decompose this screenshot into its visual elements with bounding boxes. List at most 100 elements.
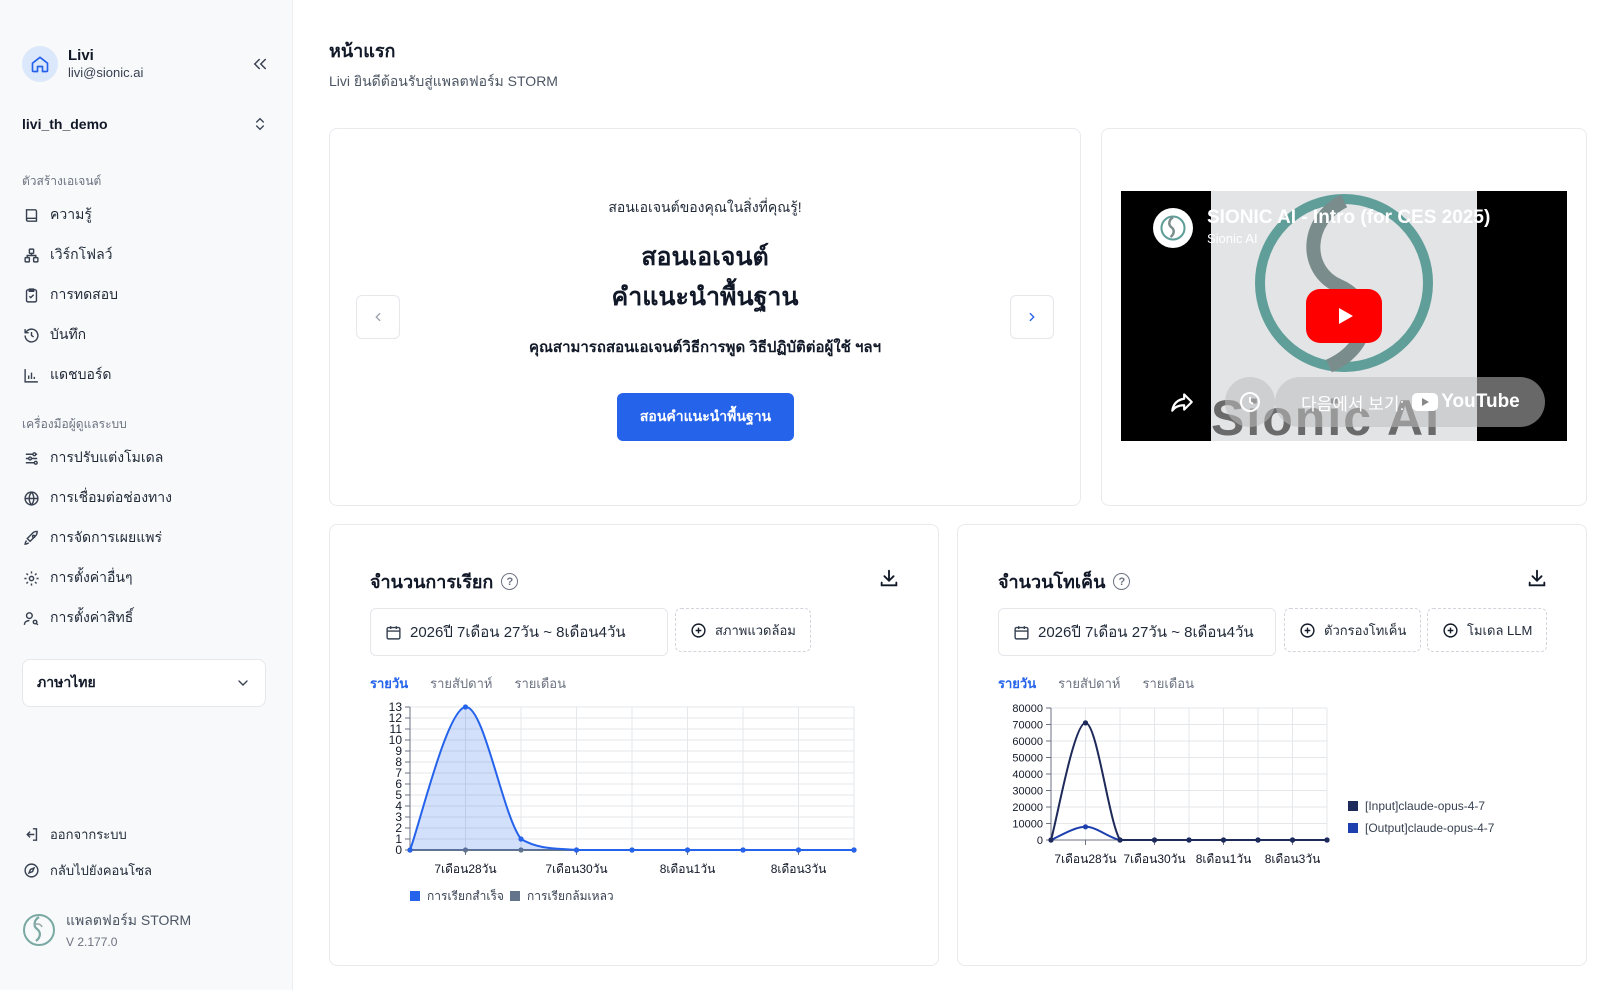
- legend-label: การเรียกล้มเหลว: [527, 889, 614, 903]
- play-button[interactable]: [1306, 289, 1382, 343]
- teach-basic-instructions-button[interactable]: สอนคำแนะนำพื้นฐาน: [617, 393, 794, 441]
- y-tick-label: 0: [1037, 835, 1043, 847]
- share-icon[interactable]: [1169, 389, 1195, 420]
- channel-avatar[interactable]: [1153, 208, 1193, 248]
- call-count-chart: 0123456789101112137เดือน28วัน 7เดือน30วัน…: [389, 700, 857, 903]
- x-tick-label: 8เดือน1วัน: [660, 862, 716, 876]
- help-icon[interactable]: ?: [501, 573, 519, 590]
- teach-agent-card: สอนเอเจนต์ของคุณในสิ่งที่คุณรู้! สอนเอเจ…: [329, 128, 1081, 506]
- token-date-range-picker[interactable]: 2026ปี 7เดือน 27วัน ~ 8เดือน4วัน: [998, 608, 1276, 656]
- data-point: [740, 847, 746, 853]
- token-count-title: จำนวนโทเค็น ?: [998, 567, 1131, 596]
- x-tick-label: 8เดือน3วัน: [1265, 852, 1321, 866]
- x-tick-label: 7เดือน28วัน: [1054, 852, 1116, 866]
- chevron-updown-icon: [256, 117, 264, 131]
- legend-label: [Input]claude-opus-4-7: [1365, 799, 1485, 813]
- collapse-sidebar-button[interactable]: [248, 52, 272, 76]
- nav-item-other-settings[interactable]: การตั้งค่าอื่นๆ: [14, 558, 274, 598]
- book-icon: [22, 206, 40, 224]
- gear-icon: [22, 569, 40, 587]
- intro-video-card: Sionic AI SIONIC AI - Intro (for CES 202…: [1101, 128, 1587, 506]
- llm-model-filter-button[interactable]: โมเดล LLM: [1427, 608, 1548, 652]
- tab-daily[interactable]: รายวัน: [370, 673, 408, 694]
- y-tick-label: 80000: [1012, 703, 1043, 715]
- nav-item-testing[interactable]: การทดสอบ: [14, 275, 274, 315]
- plus-circle-icon: [1300, 622, 1315, 638]
- legend-swatch: [510, 891, 520, 901]
- legend-label: [Output]claude-opus-4-7: [1365, 821, 1495, 835]
- nav-item-knowledge[interactable]: ความรู้: [14, 195, 274, 235]
- back-to-console-button[interactable]: กลับไปยังคอนโซล: [14, 852, 274, 888]
- nav-item-logs[interactable]: บันทึก: [14, 315, 274, 355]
- hero-description: คุณสามารถสอนเอเจนต์วิธีการพูด วิธีปฏิบัต…: [528, 339, 882, 356]
- history-icon: [22, 326, 40, 344]
- bar-chart-icon: [22, 366, 40, 384]
- user-key-icon: [22, 609, 40, 627]
- storm-logo-icon: [23, 913, 55, 946]
- logout-icon: [22, 825, 40, 843]
- x-tick-label: 7เดือน30วัน: [1123, 852, 1185, 866]
- call-date-range-picker[interactable]: 2026ปี 7เดือน 27วัน ~ 8เดือน4วัน: [370, 608, 668, 656]
- youtube-embed[interactable]: Sionic AI SIONIC AI - Intro (for CES 202…: [1121, 191, 1567, 441]
- data-point: [684, 847, 691, 853]
- download-icon[interactable]: [878, 567, 900, 594]
- data-point: [1117, 837, 1123, 843]
- nav-item-deployment[interactable]: การจัดการเผยแพร่: [14, 518, 274, 558]
- language-select[interactable]: ภาษาไทย: [22, 659, 266, 707]
- download-icon[interactable]: [1526, 567, 1548, 594]
- nav-item-workflow[interactable]: เวิร์กโฟลว์: [14, 235, 274, 275]
- data-point: [1324, 837, 1330, 843]
- legend-swatch: [410, 891, 420, 901]
- watch-later-icon[interactable]: [1225, 377, 1275, 427]
- calendar-icon: [1014, 625, 1029, 640]
- tab-monthly[interactable]: รายเดือน: [1143, 673, 1194, 694]
- token-period-tabs: รายวัน รายสัปดาห์ รายเดือน: [998, 673, 1194, 694]
- call-period-tabs: รายวัน รายสัปดาห์ รายเดือน: [370, 673, 566, 694]
- y-tick-label: 20000: [1012, 802, 1043, 814]
- environment-filter-button[interactable]: สภาพแวดล้อม: [675, 608, 811, 652]
- logout-button[interactable]: ออกจากระบบ: [14, 816, 274, 852]
- builder-section-label: ตัวสร้างเอเจนต์: [22, 174, 102, 188]
- nav-item-model-tuning[interactable]: การปรับแต่งโมเดล: [14, 438, 274, 478]
- tab-weekly[interactable]: รายสัปดาห์: [430, 673, 492, 694]
- builder-nav: ความรู้ เวิร์กโฟลว์ การทดสอบ บันทึก แดชบ…: [14, 195, 274, 395]
- globe-icon: [22, 489, 40, 507]
- data-point: [407, 847, 413, 853]
- data-point: [1220, 837, 1227, 843]
- sliders-icon: [22, 449, 40, 467]
- call-count-title: จำนวนการเรียก ?: [370, 567, 519, 596]
- tab-monthly[interactable]: รายเดือน: [515, 673, 566, 694]
- admin-nav: การปรับแต่งโมเดล การเชื่อมต่อช่องทาง การ…: [14, 438, 274, 638]
- page-title: หน้าแรก: [329, 41, 396, 61]
- nav-item-channels[interactable]: การเชื่อมต่อช่องทาง: [14, 478, 274, 518]
- workspace-name: livi_th_demo: [22, 116, 108, 132]
- nav-item-dashboard[interactable]: แดชบอร์ด: [14, 355, 274, 395]
- tab-daily[interactable]: รายวัน: [998, 673, 1036, 694]
- workspace-selector[interactable]: livi_th_demo: [22, 112, 268, 136]
- video-title[interactable]: SIONIC AI - Intro (for CES 2025): [1207, 207, 1490, 229]
- language-value: ภาษาไทย: [37, 674, 96, 690]
- calendar-icon: [386, 625, 401, 640]
- token-filter-button[interactable]: ตัวกรองโทเค็น: [1284, 608, 1422, 652]
- rocket-icon: [22, 529, 40, 547]
- help-icon[interactable]: ?: [1113, 573, 1131, 590]
- page-subtitle: Livi ยินดีต้อนรับสู่แพลตฟอร์ม STORM: [329, 73, 558, 89]
- data-point: [518, 836, 524, 842]
- legend-swatch: [1348, 823, 1358, 833]
- data-point: [629, 847, 635, 853]
- user-name: Livi: [68, 47, 94, 64]
- hero-title: สอนเอเจนต์ คำแนะนำพื้นฐาน: [611, 243, 799, 311]
- nav-item-permissions[interactable]: การตั้งค่าสิทธิ์: [14, 598, 274, 638]
- tab-weekly[interactable]: รายสัปดาห์: [1058, 673, 1120, 694]
- data-point: [1151, 837, 1158, 843]
- sidebar: Livi livi@sionic.ai livi_th_demo ตัวสร้า…: [0, 0, 293, 990]
- watch-on-youtube-link[interactable]: 다음에서 보기: YouTube: [1275, 377, 1545, 427]
- clipboard-check-icon: [22, 286, 40, 304]
- user-profile[interactable]: Livi livi@sionic.ai: [22, 44, 272, 84]
- video-channel: Sionic AI: [1207, 231, 1258, 246]
- data-point: [795, 847, 802, 853]
- y-tick-label: 40000: [1012, 769, 1043, 781]
- data-point: [1048, 837, 1054, 843]
- call-count-card: จำนวนการเรียก ? 2026ปี 7เดือน 27วัน ~ 8เ…: [329, 524, 939, 966]
- x-tick-label: 7เดือน30วัน: [545, 862, 607, 876]
